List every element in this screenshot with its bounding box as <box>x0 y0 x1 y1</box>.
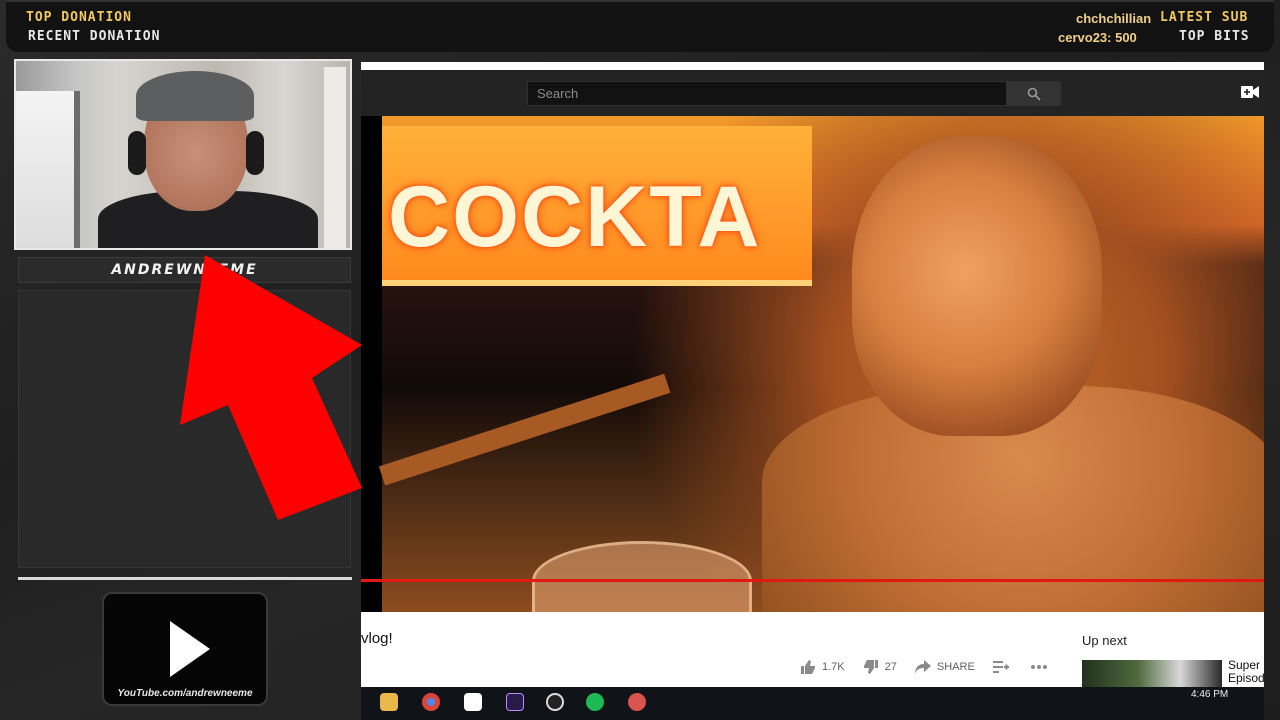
video-frame: COCKTA <box>378 116 1264 612</box>
obs-icon[interactable] <box>546 693 564 711</box>
recommended-title-line2: Episod <box>1228 671 1265 685</box>
vlogger-head <box>852 136 1102 436</box>
search-icon <box>1027 87 1041 101</box>
recent-donation-label: RECENT DONATION <box>28 29 161 44</box>
spotify-icon[interactable] <box>586 693 604 711</box>
like-button[interactable]: 1.7K <box>800 659 845 675</box>
sign-text: COCKTA <box>388 169 762 265</box>
search-button[interactable] <box>1006 81 1061 106</box>
upload-video-icon[interactable] <box>1241 86 1259 98</box>
webcam-window <box>16 91 80 248</box>
dislike-count: 27 <box>884 661 897 673</box>
share-button[interactable]: SHARE <box>914 660 975 674</box>
streamer-name-bar: ANDREWNEEME <box>18 257 351 283</box>
notepad-icon[interactable] <box>464 693 482 711</box>
premiere-icon[interactable] <box>506 693 524 711</box>
youtube-url: YouTube.com/andrewneeme <box>117 688 253 699</box>
latest-sub-value: chchchillian <box>1076 11 1152 26</box>
webcam-feed <box>14 59 352 250</box>
taskbar-clock: 4:46 PM <box>1191 689 1229 700</box>
thumbs-up-icon <box>801 660 815 674</box>
top-bits-value: cervo23: 500 <box>1058 30 1137 45</box>
up-next-label: Up next <box>1082 633 1127 648</box>
video-actions: 1.7K 27 SHARE <box>800 658 1047 676</box>
app-icon[interactable] <box>628 693 646 711</box>
play-icon <box>170 621 210 677</box>
folder-icon[interactable] <box>380 693 398 711</box>
streamer-name: ANDREWNEEME <box>111 262 258 278</box>
cocktail-sign: COCKTA <box>382 126 812 286</box>
dislike-button[interactable]: 27 <box>863 659 897 675</box>
windows-taskbar <box>361 687 1264 720</box>
video-title: vlog! <box>361 630 393 647</box>
top-donation-label: TOP DONATION <box>26 10 132 25</box>
like-count: 1.7K <box>822 661 845 673</box>
headset-right <box>246 131 264 175</box>
thumbs-down-icon <box>863 660 878 674</box>
chrome-icon[interactable] <box>422 693 440 711</box>
webcam-person-cap <box>136 71 254 121</box>
recommended-title[interactable]: Super Episod <box>1228 659 1265 685</box>
latest-sub-label: LATEST SUB <box>1160 10 1249 25</box>
webcam-door <box>322 67 346 248</box>
video-progress-bar[interactable] <box>361 579 1264 582</box>
side-panel <box>18 290 351 568</box>
video-player[interactable]: COCKTA <box>361 116 1264 612</box>
share-label: SHARE <box>936 661 975 673</box>
share-icon <box>914 660 931 674</box>
search-input[interactable]: Search <box>527 81 1007 106</box>
side-divider <box>18 577 352 580</box>
headset-left <box>128 131 146 175</box>
more-options-icon[interactable] <box>1030 665 1047 669</box>
drink-glass <box>532 541 752 612</box>
add-to-playlist-icon[interactable] <box>992 660 1009 674</box>
top-bits-label: TOP BITS <box>1179 29 1250 44</box>
recommended-thumbnail[interactable] <box>1082 660 1222 687</box>
railing <box>378 373 671 486</box>
